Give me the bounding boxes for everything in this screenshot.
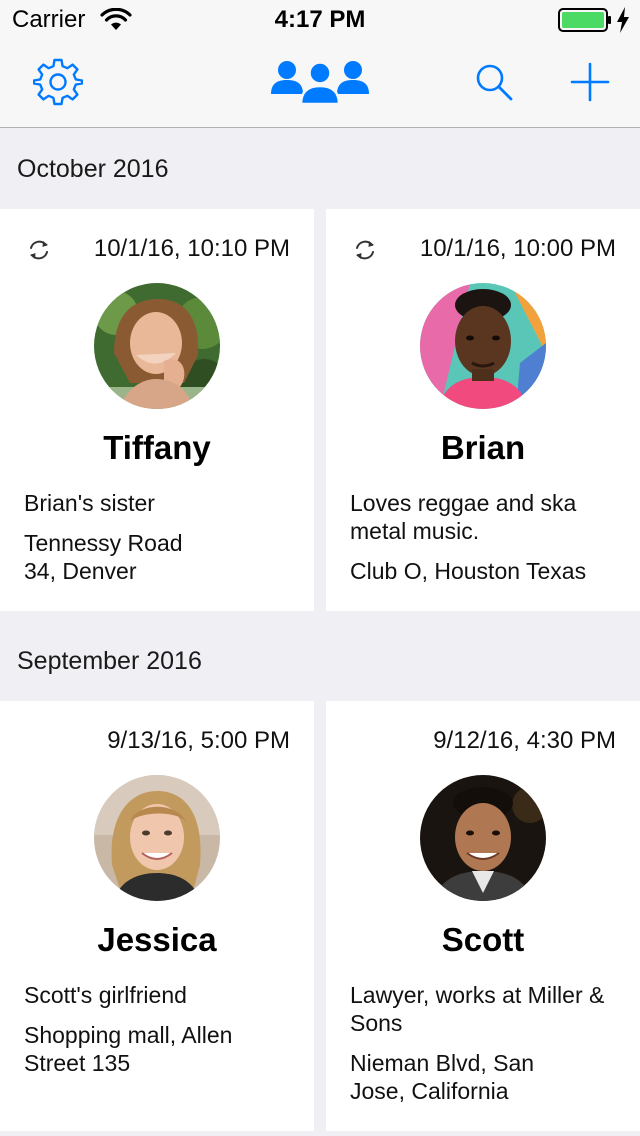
section-header: September 2016	[17, 646, 202, 675]
avatar	[420, 283, 546, 409]
contact-name: Scott	[441, 921, 525, 958]
search-icon	[474, 62, 514, 107]
avatar	[94, 775, 220, 901]
navigation-bar	[0, 40, 640, 128]
sync-icon	[26, 237, 52, 268]
contacts-list[interactable]: October 2016 10/1/16, 10:10 PM Tiffany B…	[0, 129, 640, 1131]
charging-bolt-icon	[616, 7, 630, 38]
card-row: 9/13/16, 5:00 PM Jessica Scott's girlfri…	[0, 701, 640, 1131]
gear-icon	[32, 57, 84, 112]
status-bar: Carrier 4:17 PM	[0, 0, 640, 40]
people-icon	[268, 58, 372, 111]
contact-description: Scott's girlfriend	[24, 982, 187, 1008]
contact-location: Nieman Blvd, San Jose, California	[350, 1050, 535, 1104]
card-date: 9/13/16, 5:00 PM	[107, 727, 290, 754]
contact-name: Jessica	[97, 921, 217, 958]
search-button[interactable]	[460, 52, 528, 116]
plus-icon	[570, 62, 610, 107]
contact-card-jessica[interactable]: 9/13/16, 5:00 PM Jessica Scott's girlfri…	[0, 701, 314, 1131]
card-date: 10/1/16, 10:10 PM	[93, 235, 290, 262]
contact-card-scott[interactable]: 9/12/16, 4:30 PM Scott Lawyer, works at …	[326, 701, 640, 1131]
contact-location: Tennessy Road 34, Denver	[24, 530, 183, 584]
add-button[interactable]	[556, 52, 624, 116]
card-date: 9/12/16, 4:30 PM	[433, 727, 616, 754]
contact-location: Club O, Houston Texas	[350, 558, 587, 584]
settings-button[interactable]	[22, 52, 94, 116]
contacts-button[interactable]	[266, 58, 374, 110]
contact-description: Loves reggae and ska metal music.	[350, 490, 577, 544]
contact-name: Tiffany	[103, 429, 211, 466]
section-header: October 2016	[17, 154, 169, 183]
sync-icon	[352, 237, 378, 268]
contact-name: Brian	[440, 429, 526, 466]
avatar	[94, 283, 220, 409]
contact-card-brian[interactable]: 10/1/16, 10:00 PM Brian Loves reggae and…	[326, 209, 640, 611]
battery-icon	[558, 8, 612, 37]
contact-description: Brian's sister	[24, 490, 155, 516]
contact-description: Lawyer, works at Miller & Sons	[350, 982, 605, 1036]
card-row: 10/1/16, 10:10 PM Tiffany Brian's sister	[0, 209, 640, 611]
clock-label: 4:17 PM	[274, 6, 366, 33]
contact-card-tiffany[interactable]: 10/1/16, 10:10 PM Tiffany Brian's sister	[0, 209, 314, 611]
card-date: 10/1/16, 10:00 PM	[419, 235, 616, 262]
contact-location: Shopping mall, Allen Street 135	[24, 1022, 233, 1076]
avatar	[420, 775, 546, 901]
